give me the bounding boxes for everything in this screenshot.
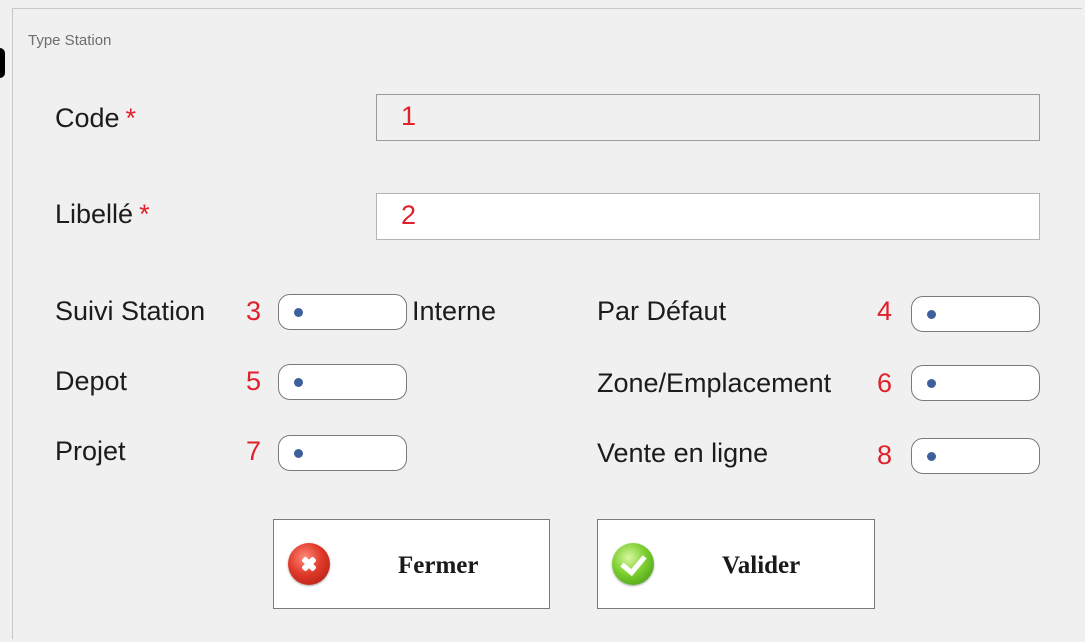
code-label: Code *: [55, 103, 136, 134]
group-title: Type Station: [28, 32, 112, 49]
interne-label: Interne: [412, 296, 497, 326]
edge-artifact: [0, 48, 5, 78]
type-station-dialog: Type Station Code * 1 Libellé * 2 Suivi St…: [0, 0, 1085, 642]
code-field-number: 1: [401, 101, 417, 131]
libelle-required-mark: *: [139, 199, 150, 229]
libelle-field-number: 2: [401, 200, 417, 230]
toggle-knob: [294, 308, 303, 317]
projet-label: Projet: [55, 436, 126, 466]
fermer-button[interactable]: Fermer: [273, 519, 550, 609]
projet-toggle[interactable]: [278, 435, 407, 471]
par-defaut-number: 4: [877, 296, 893, 326]
toggle-knob: [294, 378, 303, 387]
vente-en-ligne-label: Vente en ligne: [597, 438, 769, 468]
depot-toggle[interactable]: [278, 364, 407, 400]
toggle-knob: [927, 310, 936, 319]
par-defaut-label: Par Défaut: [597, 296, 727, 326]
libelle-label-text: Libellé: [55, 199, 134, 229]
zone-emplacement-number: 6: [877, 368, 893, 398]
zone-emplacement-label: Zone/Emplacement: [597, 368, 832, 398]
libelle-field[interactable]: 2: [376, 193, 1040, 240]
suivi-station-label: Suivi Station: [55, 296, 206, 326]
suivi-station-toggle[interactable]: [278, 294, 407, 330]
suivi-station-number: 3: [246, 296, 262, 326]
close-icon: [288, 543, 330, 585]
fermer-button-label: Fermer: [398, 552, 479, 579]
code-field[interactable]: 1: [376, 94, 1040, 141]
vente-en-ligne-number: 8: [877, 440, 893, 470]
code-label-text: Code: [55, 103, 120, 133]
par-defaut-toggle[interactable]: [911, 296, 1040, 332]
toggle-knob: [927, 452, 936, 461]
libelle-label: Libellé *: [55, 199, 150, 230]
vente-en-ligne-toggle[interactable]: [911, 438, 1040, 474]
projet-number: 7: [246, 436, 262, 466]
depot-label: Depot: [55, 366, 128, 396]
code-required-mark: *: [125, 103, 137, 133]
check-icon: [612, 543, 654, 585]
toggle-knob: [927, 379, 936, 388]
depot-number: 5: [246, 366, 262, 396]
valider-button[interactable]: Valider: [597, 519, 875, 609]
zone-emplacement-toggle[interactable]: [911, 365, 1040, 401]
valider-button-label: Valider: [722, 552, 801, 579]
toggle-knob: [294, 449, 303, 458]
